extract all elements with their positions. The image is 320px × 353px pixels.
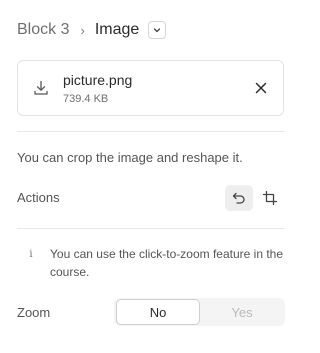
zoom-toggle: No Yes	[114, 298, 285, 326]
breadcrumb: Block 3 › Image	[17, 19, 167, 41]
breadcrumb-current: Image	[94, 21, 140, 38]
block-type-dropdown[interactable]	[148, 21, 167, 39]
close-icon	[255, 82, 267, 94]
crop-hint-text: You can crop the image and reshape it.	[17, 150, 243, 165]
file-size: 739.4 KB	[63, 93, 109, 105]
zoom-info-text: You can use the click-to-zoom feature in…	[50, 247, 284, 279]
undo-button[interactable]	[225, 185, 253, 211]
remove-file-button[interactable]	[251, 78, 271, 98]
divider	[17, 131, 284, 132]
actions-label: Actions	[17, 190, 60, 205]
zoom-option-no[interactable]: No	[116, 299, 200, 325]
divider	[17, 228, 284, 229]
crop-icon	[262, 190, 278, 206]
zoom-label: Zoom	[17, 305, 51, 320]
download-icon[interactable]	[32, 79, 50, 97]
file-card: picture.png 739.4 KB	[17, 60, 284, 116]
image-settings-panel: Block 3 › Image picture.png 739.4 KB You…	[0, 0, 301, 353]
file-name: picture.png	[63, 72, 133, 88]
breadcrumb-parent[interactable]: Block 3	[17, 21, 69, 39]
undo-icon	[232, 192, 245, 204]
crop-button[interactable]	[256, 185, 284, 211]
chevron-down-icon	[154, 28, 161, 33]
zoom-option-yes[interactable]: Yes	[200, 299, 284, 325]
chevron-right-icon: ›	[80, 22, 85, 38]
info-icon: i	[29, 248, 33, 260]
